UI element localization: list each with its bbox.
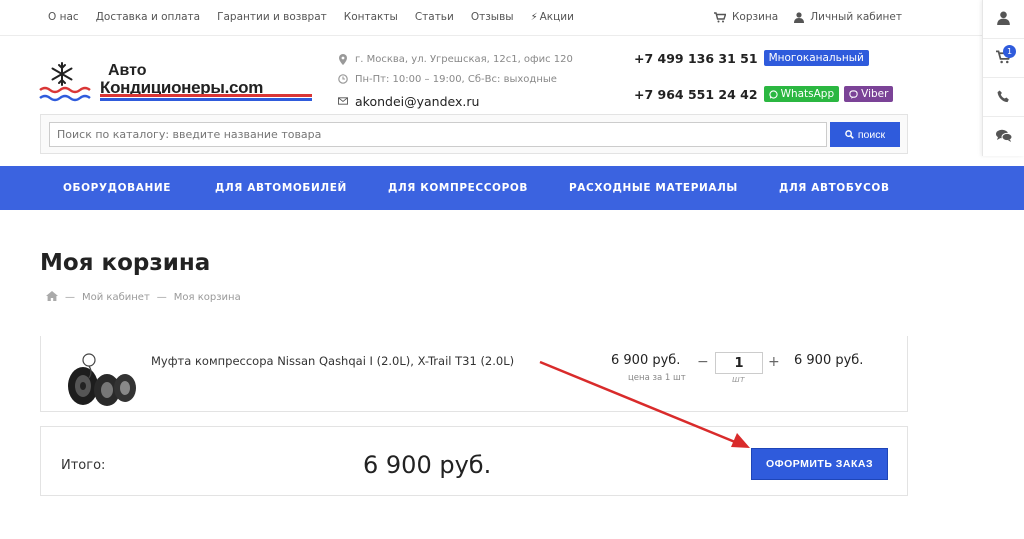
quantity-input[interactable] [715,352,763,374]
phone-number-2[interactable]: +7 964 551 24 42 [634,87,758,102]
main-nav-cars[interactable]: ДЛЯ АВТОМОБИЛЕЙ [215,182,347,194]
floating-toolbar: 1 [982,0,1024,156]
top-account-link[interactable]: Личный кабинет [794,11,902,23]
price-per-unit-note: цена за 1 шт [628,373,686,383]
top-nav-reviews[interactable]: Отзывы [471,11,514,23]
multichannel-badge: Многоканальный [763,50,869,66]
hours-text: Пн-Пт: 10:00 – 19:00, Сб-Вс: выходные [355,73,557,85]
product-name[interactable]: Муфта компрессора Nissan Qashqai I (2.0L… [151,354,514,368]
address-text: г. Москва, ул. Угрешская, 12с1, офис 120 [355,53,573,65]
main-nav: ОБОРУДОВАНИЕ ДЛЯ АВТОМОБИЛЕЙ ДЛЯ КОМПРЕС… [0,166,1024,210]
whatsapp-label: WhatsApp [780,88,835,100]
top-nav-delivery[interactable]: Доставка и оплата [96,11,200,23]
top-nav-guarantee[interactable]: Гарантии и возврат [217,11,327,23]
search-button[interactable]: поиск [830,122,900,147]
breadcrumb: — Мой кабинет — Моя корзина [46,291,241,304]
viber-icon [849,89,858,99]
floating-cart-button[interactable]: 1 [983,39,1024,78]
quantity-unit: шт [732,375,745,385]
address-row: г. Москва, ул. Угрешская, 12с1, офис 120 [338,49,573,69]
top-cart-link[interactable]: Корзина [713,11,779,23]
breadcrumb-separator: — [65,292,75,303]
phone-icon [997,88,1010,107]
header-phones: +7 499 136 31 51 Многоканальный +7 964 5… [634,48,898,120]
search-input[interactable] [49,122,827,147]
cart-count-badge: 1 [1003,45,1016,58]
top-account-label: Личный кабинет [810,11,902,23]
email-link[interactable]: akondei@yandex.ru [355,94,479,109]
header-contacts: г. Москва, ул. Угрешская, 12с1, офис 120… [338,49,573,111]
quantity-increase-button[interactable]: + [768,354,780,370]
site-logo[interactable]: Авто Кондиционеры.com [38,60,318,106]
clock-icon [338,74,348,84]
phone-row-1: +7 499 136 31 51 Многоканальный [634,48,898,68]
top-nav-articles[interactable]: Статьи [415,11,454,23]
page-title: Моя корзина [40,250,211,276]
top-cart-label: Корзина [731,11,779,23]
breadcrumb-separator: — [156,292,167,303]
main-nav-compressors[interactable]: ДЛЯ КОМПРЕССОРОВ [388,182,528,194]
checkout-button[interactable]: ОФОРМИТЬ ЗАКАЗ [751,448,888,480]
envelope-icon [338,97,348,105]
home-icon[interactable] [46,291,58,304]
hours-row: Пн-Пт: 10:00 – 19:00, Сб-Вс: выходные [338,69,573,89]
logo-red-stripe [100,94,312,97]
floating-chat-button[interactable] [983,117,1024,156]
top-bar: О нас Доставка и оплата Гарантии и возвр… [0,0,982,36]
floating-account-button[interactable] [983,0,1024,39]
user-icon [794,11,805,23]
total-label: Итого: [61,458,106,473]
viber-label: Viber [861,88,889,100]
map-pin-icon [338,53,348,65]
viber-button[interactable]: Viber [844,86,894,102]
cart-item-row: Муфта компрессора Nissan Qashqai I (2.0L… [40,336,908,412]
main-nav-buses[interactable]: ДЛЯ АВТОБУСОВ [779,182,890,194]
floating-phone-button[interactable] [983,78,1024,117]
line-total: 6 900 руб. [794,353,864,368]
user-icon [997,10,1010,29]
top-nav-promo[interactable]: ⚡ Акции [531,11,574,23]
email-row[interactable]: akondei@yandex.ru [338,91,573,111]
phone-number-1[interactable]: +7 499 136 31 51 [634,51,758,66]
search-bar: поиск [40,114,908,154]
product-image[interactable] [63,350,139,408]
total-value: 6 900 руб. [363,451,492,479]
quantity-decrease-button[interactable]: − [697,354,709,370]
top-nav-about[interactable]: О нас [48,11,79,23]
cart-icon [713,11,726,23]
bolt-icon: ⚡ [530,12,538,23]
breadcrumb-account[interactable]: Мой кабинет [82,292,150,303]
logo-blue-stripe [100,98,312,101]
top-nav-promo-label: Акции [539,11,574,23]
main-nav-consumables[interactable]: РАСХОДНЫЕ МАТЕРИАЛЫ [569,182,738,194]
whatsapp-button[interactable]: WhatsApp [763,86,840,102]
chat-icon [995,127,1012,146]
top-right-links: Корзина Личный кабинет [698,11,902,23]
top-nav: О нас Доставка и оплата Гарантии и возвр… [48,11,591,23]
whatsapp-icon [768,89,778,99]
phone-row-2: +7 964 551 24 42 WhatsApp Viber [634,84,898,104]
snowflake-logo-icon [39,62,91,102]
search-icon [845,130,854,139]
breadcrumb-cart: Моя корзина [173,292,241,303]
cart-summary: Итого: 6 900 руб. ОФОРМИТЬ ЗАКАЗ [40,426,908,496]
main-nav-equipment[interactable]: ОБОРУДОВАНИЕ [63,182,171,194]
top-nav-contacts[interactable]: Контакты [344,11,398,23]
search-button-label: поиск [857,128,886,141]
product-price: 6 900 руб. [611,353,681,368]
